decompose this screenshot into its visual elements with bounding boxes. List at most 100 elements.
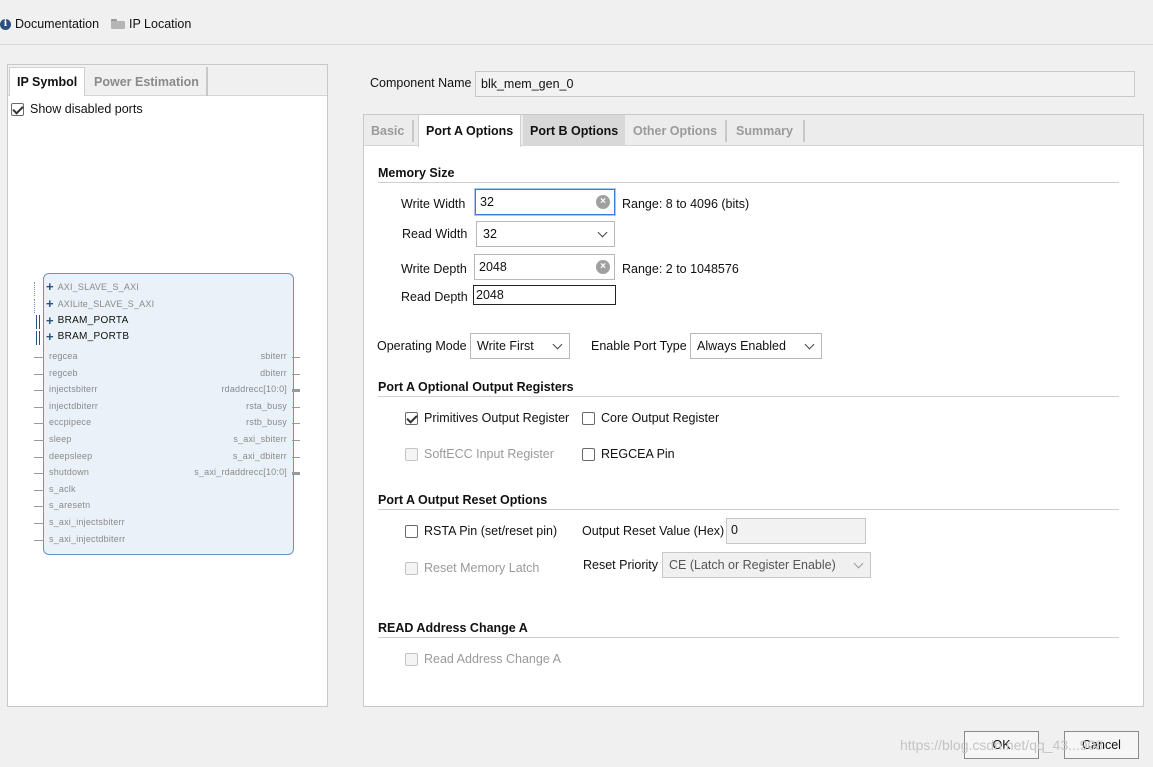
section-divider [378, 637, 1119, 638]
input-port: s_aresetn [49, 500, 91, 511]
rsta-pin-checkbox[interactable]: RSTA Pin (set/reset pin) [405, 524, 557, 538]
bus-port-bram-porta[interactable]: + BRAM_PORTA [46, 314, 129, 327]
bus-port-axilite-slave[interactable]: + AXILite_SLAVE_S_AXI [46, 297, 154, 310]
component-name-label: Component Name [370, 76, 472, 90]
output-reset-value-field: 0 [726, 518, 866, 544]
bus-port-label: AXI_SLAVE_S_AXI [57, 282, 139, 292]
tab-ip-symbol[interactable]: IP Symbol [9, 67, 86, 96]
show-disabled-ports-label: Show disabled ports [30, 102, 143, 116]
bus-port-stub [36, 331, 40, 345]
primitives-output-register-label: Primitives Output Register [424, 411, 570, 425]
regcea-pin-label: REGCEA Pin [601, 447, 675, 461]
write-depth-input[interactable]: 2048 × [474, 254, 615, 280]
input-port: injectdbiterr [49, 400, 99, 411]
output-port: rsta_busy [246, 400, 287, 411]
input-port: deepsleep [49, 450, 93, 461]
chevron-down-icon [552, 339, 563, 349]
input-port: regcea [49, 351, 78, 361]
expand-plus-icon[interactable]: + [46, 280, 54, 293]
output-port: s_axi_rdaddrecc[10:0] [194, 467, 287, 478]
regcea-pin-checkbox[interactable]: REGCEA Pin [582, 447, 675, 461]
documentation-label: Documentation [15, 17, 100, 31]
read-depth-field: 2048 [473, 285, 616, 305]
read-address-change-title: READ Address Change A [378, 621, 528, 635]
output-port: rstb_busy [246, 417, 287, 428]
bus-port-stub [34, 299, 36, 313]
checkbox-icon [405, 411, 418, 425]
read-width-select[interactable]: 32 [476, 221, 615, 247]
output-port: s_axi_sbiterr [233, 433, 287, 444]
core-output-register-label: Core Output Register [601, 411, 720, 425]
tab-port-a-options[interactable]: Port A Options [418, 115, 522, 147]
bus-port-stub [36, 315, 40, 329]
input-port: s_axi_injectdbiterr [49, 533, 126, 544]
chevron-down-icon [853, 558, 864, 568]
softecc-input-register-checkbox: SoftECC Input Register [405, 447, 554, 461]
chevron-down-icon [597, 227, 608, 237]
checkbox-icon [405, 447, 418, 461]
input-port: s_aclk [49, 483, 76, 494]
operating-mode-select[interactable]: Write First [470, 333, 570, 359]
operating-mode-value: Write First [477, 339, 534, 353]
clear-icon[interactable]: × [596, 195, 610, 209]
write-depth-range: Range: 2 to 1048576 [622, 262, 739, 276]
tab-separator [803, 120, 805, 142]
reset-priority-value: CE (Latch or Register Enable) [669, 558, 836, 572]
chevron-down-icon [804, 339, 815, 349]
documentation-button[interactable]: i Documentation [0, 15, 99, 33]
checkbox-icon [405, 561, 418, 575]
folder-icon [111, 19, 125, 29]
optional-output-registers-title: Port A Optional Output Registers [378, 380, 574, 394]
tab-separator [412, 120, 414, 142]
bus-port-bram-portb[interactable]: + BRAM_PORTB [46, 330, 130, 343]
write-width-label: Write Width [401, 197, 466, 211]
input-port: eccpipece [49, 417, 92, 428]
bus-port-axi-slave[interactable]: + AXI_SLAVE_S_AXI [46, 280, 139, 293]
tab-power-estimation[interactable]: Power Estimation [87, 67, 208, 96]
output-port: dbiterr [260, 367, 287, 378]
write-width-input[interactable]: 32 × [475, 189, 615, 215]
expand-plus-icon[interactable]: + [46, 297, 54, 310]
primitives-output-register-checkbox[interactable]: Primitives Output Register [405, 411, 569, 425]
reset-priority-label: Reset Priority [583, 558, 659, 572]
section-divider [378, 509, 1119, 510]
expand-plus-icon[interactable]: + [46, 330, 54, 343]
bus-port-label: BRAM_PORTB [57, 331, 130, 342]
read-depth-label: Read Depth [401, 290, 468, 304]
expand-plus-icon[interactable]: + [46, 314, 54, 327]
rsta-pin-label: RSTA Pin (set/reset pin) [424, 524, 558, 538]
input-port: regceb [49, 367, 78, 378]
core-output-register-checkbox[interactable]: Core Output Register [582, 411, 719, 425]
reset-priority-select: CE (Latch or Register Enable) [662, 552, 871, 578]
ip-location-button[interactable]: IP Location [111, 15, 191, 33]
checkbox-icon [405, 524, 418, 538]
tab-other-options[interactable]: Other Options [626, 115, 724, 146]
input-port: sleep [49, 433, 72, 444]
read-width-label: Read Width [402, 227, 468, 241]
tab-basic[interactable]: Basic [364, 115, 411, 146]
output-reset-value-label: Output Reset Value (Hex) [582, 524, 725, 538]
bus-port-stub [34, 282, 36, 296]
enable-port-type-select[interactable]: Always Enabled [690, 333, 822, 359]
read-address-change-checkbox: Read Address Change A [405, 652, 561, 666]
checkbox-icon [11, 102, 24, 116]
input-port: s_axi_injectsbiterr [49, 516, 125, 527]
tab-summary[interactable]: Summary [729, 115, 800, 146]
show-disabled-ports-checkbox[interactable]: Show disabled ports [11, 102, 143, 116]
tab-port-b-options[interactable]: Port B Options [523, 115, 626, 146]
input-port: shutdown [49, 467, 90, 478]
clear-icon[interactable]: × [596, 260, 610, 274]
output-ports: sbiterr dbiterr rdaddrecc[10:0] rsta_bus… [158, 350, 303, 483]
write-width-value: 32 [480, 195, 494, 209]
checkbox-icon [582, 447, 595, 461]
operating-mode-label: Operating Mode [377, 339, 467, 353]
softecc-input-register-label: SoftECC Input Register [424, 447, 554, 461]
ip-symbol-panel: IP Symbol Power Estimation Show disabled… [7, 64, 328, 707]
write-depth-value: 2048 [479, 260, 507, 274]
output-reset-options-title: Port A Output Reset Options [378, 493, 548, 507]
tab-separator [725, 120, 727, 142]
component-name-field[interactable]: blk_mem_gen_0 [475, 71, 1135, 97]
enable-port-type-label: Enable Port Type [591, 339, 687, 353]
output-port: rdaddrecc[10:0] [221, 384, 287, 395]
checkbox-icon [405, 652, 418, 666]
